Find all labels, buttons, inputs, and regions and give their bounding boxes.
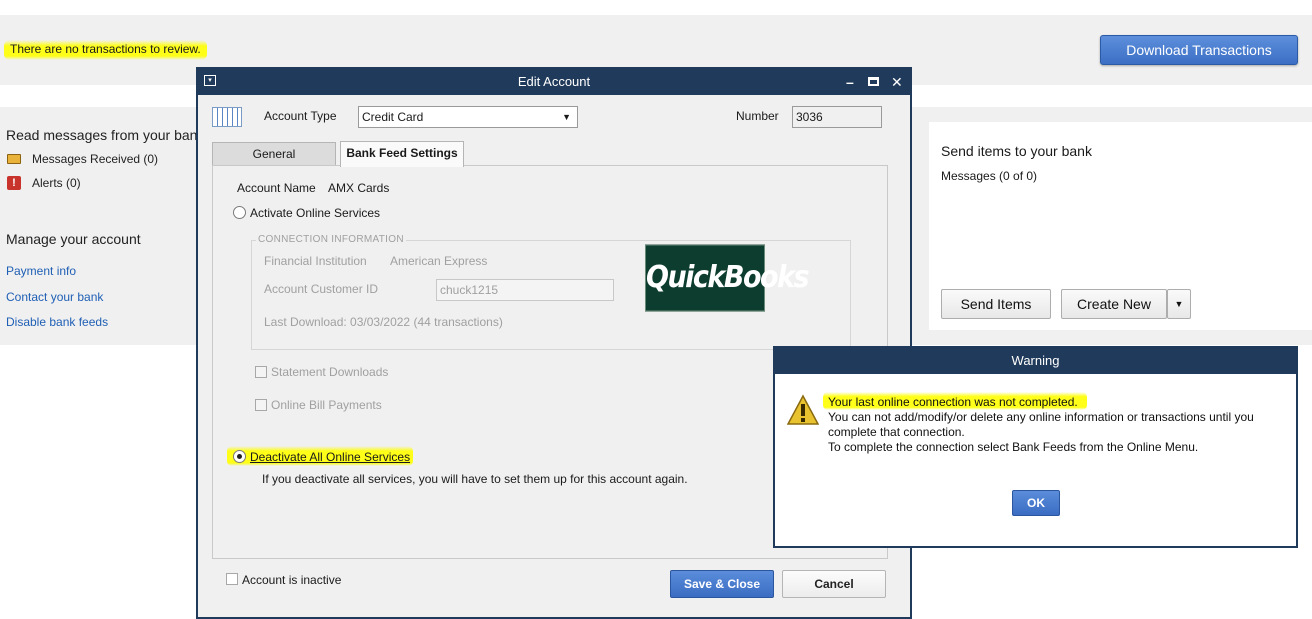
save-close-button[interactable]: Save & Close [670,570,774,598]
account-name-value: AMX Cards [328,181,390,195]
close-icon[interactable]: ✕ [891,69,903,95]
contact-bank-link[interactable]: Contact your bank [6,290,103,304]
alerts-link[interactable]: Alerts (0) [32,176,81,190]
caret-down-icon: ▼ [1174,299,1184,309]
warning-title: Warning [775,348,1296,374]
warning-line-2: You can not add/modify/or delete any onl… [828,410,1254,424]
create-new-button[interactable]: Create New [1061,289,1167,319]
send-items-button[interactable]: Send Items [941,289,1051,319]
tab-general[interactable]: General [212,142,336,166]
warning-line-1: Your last online connection was not comp… [828,395,1078,409]
activate-online-label: Activate Online Services [250,206,381,220]
customer-id-field[interactable]: chuck1215 [436,279,614,301]
connection-information-label: CONNECTION INFORMATION [256,234,406,245]
financial-institution-label: Financial Institution [264,254,367,268]
warning-line-3: complete that connection. [828,425,965,439]
account-register-icon [212,107,242,127]
statement-downloads-label: Statement Downloads [271,365,389,379]
last-download-text: Last Download: 03/03/2022 (44 transactio… [264,315,503,329]
deactivate-online-radio[interactable] [233,450,246,463]
online-bill-payments-checkbox[interactable] [255,399,267,411]
financial-institution-value: American Express [390,254,488,268]
cancel-button[interactable]: Cancel [782,570,886,598]
customer-id-label: Account Customer ID [264,282,379,296]
payment-info-link[interactable]: Payment info [6,264,76,278]
account-type-value: Credit Card [362,110,424,124]
messages-count: Messages (0 of 0) [941,169,1038,183]
warning-line-4: To complete the connection select Bank F… [828,440,1199,454]
send-items-card: Send items to your bank Messages (0 of 0… [929,122,1312,330]
disable-bank-feeds-link[interactable]: Disable bank feeds [6,315,108,329]
edit-account-title: Edit Account [517,74,591,89]
deactivate-online-label: Deactivate All Online Services [250,450,411,464]
warning-dialog: Warning Your last online connection was … [773,346,1298,548]
download-transactions-button[interactable]: Download Transactions [1100,35,1298,65]
warning-icon [786,394,820,426]
account-inactive-label: Account is inactive [242,573,342,587]
account-type-select[interactable]: Credit Card ▼ [358,106,578,128]
create-new-dropdown[interactable]: ▼ [1167,289,1191,319]
minimize-icon[interactable]: – [846,69,854,95]
edit-account-titlebar: ▾ Edit Account – ✕ [198,69,910,95]
quickbooks-logo: QuickBooks [645,244,810,312]
messages-received-link[interactable]: Messages Received (0) [32,152,158,166]
tab-bank-feed-settings[interactable]: Bank Feed Settings [340,141,464,167]
account-name-label: Account Name [237,181,316,195]
send-items-heading: Send items to your bank [941,143,1092,159]
account-type-label: Account Type [264,109,337,123]
read-messages-heading: Read messages from your bank [6,127,205,143]
manage-account-heading: Manage your account [6,231,141,247]
activate-online-radio[interactable] [233,206,246,219]
ok-button[interactable]: OK [1012,490,1060,516]
envelope-icon [7,154,21,164]
number-field[interactable]: 3036 [792,106,882,128]
account-inactive-checkbox[interactable] [226,573,238,585]
number-label: Number [736,109,779,123]
maximize-icon[interactable] [868,77,879,86]
statement-downloads-checkbox[interactable] [255,366,267,378]
no-transactions-message: There are no transactions to review. [4,40,207,60]
online-bill-payments-label: Online Bill Payments [271,398,382,412]
alert-icon: ! [7,176,21,190]
deactivate-note: If you deactivate all services, you will… [262,472,688,486]
left-panel: Read messages from your bank Messages Re… [0,107,204,345]
dropdown-arrow-icon: ▼ [562,112,571,122]
